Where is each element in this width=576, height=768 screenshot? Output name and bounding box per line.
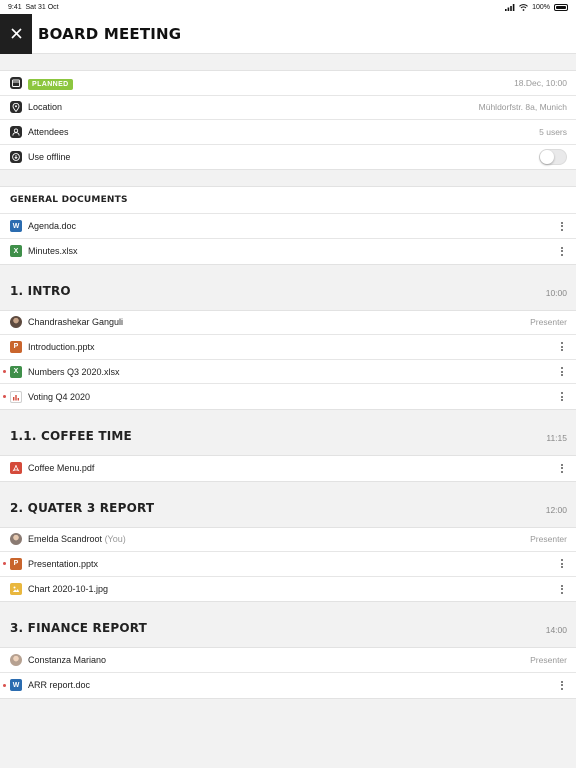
document-row[interactable]: P Presentation.pptx [0, 552, 576, 577]
agenda-section: Coffee Menu.pdf [0, 454, 576, 482]
document-name: Chart 2020-10-1.jpg [28, 584, 109, 595]
document-name: Voting Q4 2020 [28, 391, 91, 402]
general-documents: GENERAL DOCUMENTS W Agenda.doc X Minutes… [0, 186, 576, 265]
document-name: Presentation.pptx [28, 558, 99, 569]
more-options-icon[interactable] [557, 245, 567, 257]
presenter-name: Emelda Scandroot (You) [28, 534, 126, 545]
header: BOARD MEETING [0, 13, 576, 54]
unread-dot [3, 683, 6, 687]
agenda-section-header: 3. FINANCE REPORT 14:00 [0, 602, 576, 648]
attendees-label: Attendees [28, 126, 69, 137]
calendar-icon [10, 76, 22, 89]
status-row: PLANNED 18.Dec, 10:00 [0, 71, 576, 96]
document-row[interactable]: W ARR report.doc [0, 673, 576, 698]
document-row[interactable]: P Introduction.pptx [0, 335, 576, 360]
more-options-icon[interactable] [557, 391, 567, 403]
presenter-role: Presenter [530, 534, 567, 545]
presenter-row: Chandrashekar Ganguli Presenter [0, 311, 576, 336]
more-options-icon[interactable] [557, 366, 567, 378]
agenda-section-header: 2. QUATER 3 REPORT 12:00 [0, 481, 576, 527]
excel-file-icon: X [10, 365, 22, 378]
offline-row: Use offline [0, 145, 576, 170]
more-options-icon[interactable] [557, 558, 567, 570]
meeting-datetime: 18.Dec, 10:00 [514, 77, 567, 88]
document-row[interactable]: Chart 2020-10-1.jpg [0, 577, 576, 602]
document-row[interactable]: W Agenda.doc [0, 214, 576, 239]
presenter-row: Constanza Mariano Presenter [0, 648, 576, 673]
section-title: 3. FINANCE REPORT [10, 621, 148, 636]
page-title: BOARD MEETING [38, 24, 182, 43]
document-row[interactable]: Voting Q4 2020 [0, 384, 576, 409]
voting-chart-icon [10, 390, 22, 403]
location-value: Mühldorfstr. 8a, Munich [478, 102, 567, 113]
avatar [10, 316, 22, 329]
section-time: 12:00 [545, 504, 567, 515]
status-date: Sat 31 Oct [25, 3, 59, 11]
agenda-section-header: 1.1. COFFEE TIME 11:15 [0, 409, 576, 455]
meeting-info: PLANNED 18.Dec, 10:00 Location Mühldorfs… [0, 70, 576, 171]
more-options-icon[interactable] [557, 341, 567, 353]
section-time: 11:15 [546, 432, 567, 443]
document-name: ARR report.doc [28, 680, 91, 691]
section-time: 14:00 [545, 625, 567, 636]
close-icon [10, 28, 22, 39]
wifi-icon [519, 3, 528, 11]
agenda-section-header: 1. INTRO 10:00 [0, 264, 576, 310]
presenter-name: Constanza Mariano [28, 655, 107, 666]
battery-percentage: 100% [532, 3, 550, 11]
avatar [10, 533, 22, 546]
more-options-icon[interactable] [557, 220, 567, 232]
powerpoint-file-icon: P [10, 340, 22, 353]
more-options-icon[interactable] [557, 679, 567, 691]
section-title: 1. INTRO [10, 283, 71, 298]
signal-icon [505, 3, 515, 11]
document-name: Agenda.doc [28, 221, 77, 232]
presenter-name: Chandrashekar Ganguli [28, 317, 124, 328]
document-row[interactable]: X Minutes.xlsx [0, 239, 576, 264]
attendees-value: 5 users [539, 126, 567, 137]
document-name: Introduction.pptx [28, 341, 95, 352]
offline-label: Use offline [28, 152, 71, 163]
unread-dot [3, 562, 6, 566]
status-time: 9:41 [8, 3, 22, 11]
pdf-file-icon [10, 462, 22, 475]
location-label: Location [28, 102, 63, 113]
more-options-icon[interactable] [557, 583, 567, 595]
document-row[interactable]: X Numbers Q3 2020.xlsx [0, 360, 576, 385]
download-icon [10, 151, 22, 164]
location-row[interactable]: Location Mühldorfstr. 8a, Munich [0, 96, 576, 121]
more-options-icon[interactable] [557, 462, 567, 474]
use-offline-toggle[interactable] [539, 149, 567, 166]
powerpoint-file-icon: P [10, 557, 22, 570]
location-pin-icon [10, 101, 22, 114]
document-name: Minutes.xlsx [28, 246, 78, 257]
section-title: 1.1. COFFEE TIME [10, 428, 132, 443]
image-file-icon [10, 583, 22, 596]
document-row[interactable]: Coffee Menu.pdf [0, 456, 576, 481]
agenda-section: Emelda Scandroot (You) Presenter P Prese… [0, 526, 576, 603]
status-badge: PLANNED [28, 78, 73, 90]
presenter-role: Presenter [530, 317, 567, 328]
agenda-section: Constanza Mariano Presenter W ARR report… [0, 647, 576, 699]
close-button[interactable] [0, 13, 32, 54]
general-documents-title: GENERAL DOCUMENTS [0, 187, 576, 215]
avatar [10, 654, 22, 667]
document-name: Numbers Q3 2020.xlsx [28, 366, 120, 377]
status-bar: 9:41 Sat 31 Oct 100% [0, 0, 576, 14]
presenter-row: Emelda Scandroot (You) Presenter [0, 528, 576, 553]
you-indicator: (You) [104, 534, 126, 545]
document-name: Coffee Menu.pdf [28, 463, 95, 474]
agenda-section: Chandrashekar Ganguli Presenter P Introd… [0, 309, 576, 410]
section-time: 10:00 [545, 287, 567, 298]
word-file-icon: W [10, 220, 22, 233]
unread-dot [3, 370, 6, 374]
unread-dot [3, 395, 6, 399]
battery-icon [554, 3, 568, 11]
presenter-role: Presenter [530, 655, 567, 666]
attendees-row[interactable]: Attendees 5 users [0, 120, 576, 145]
word-file-icon: W [10, 679, 22, 692]
excel-file-icon: X [10, 245, 22, 258]
section-title: 2. QUATER 3 REPORT [10, 500, 155, 515]
attendees-icon [10, 125, 22, 138]
